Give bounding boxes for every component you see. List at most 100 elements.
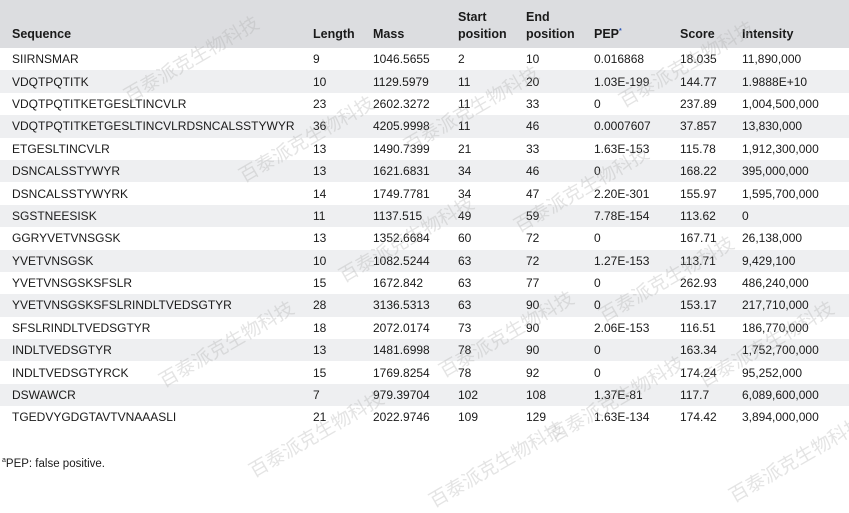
cell-pep: 2.06E-153 xyxy=(594,320,650,335)
cell-score: 153.17 xyxy=(680,298,717,313)
table-header-row: Sequence Length Mass Start position End … xyxy=(0,0,849,48)
cell-start: 49 xyxy=(458,208,472,223)
cell-end: 59 xyxy=(526,208,540,223)
cell-score: 174.42 xyxy=(680,410,717,425)
cell-intensity: 11,890,000 xyxy=(742,52,802,67)
cell-length: 15 xyxy=(313,365,327,380)
cell-end: 10 xyxy=(526,52,540,67)
header-pep-label: PEP xyxy=(594,27,620,41)
cell-end: 47 xyxy=(526,186,540,201)
header-score: Score xyxy=(680,27,715,41)
cell-mass: 1672.842 xyxy=(373,276,424,291)
cell-pep: 0 xyxy=(594,343,601,358)
cell-mass: 4205.9998 xyxy=(373,119,430,134)
table-row: YVETVNSGSKSFSLRINDLTVEDSGTYR 28 3136.5313 6… xyxy=(0,294,849,317)
table-row: TGEDVYGDGTAVTVNAAASLI 21 2022.9746 109 129 1.… xyxy=(0,406,849,429)
cell-intensity: 13,830,000 xyxy=(742,119,803,134)
cell-score: 37.857 xyxy=(680,119,717,134)
cell-start: 34 xyxy=(458,164,472,179)
cell-length: 14 xyxy=(313,186,327,201)
cell-pep: 0.016868 xyxy=(594,52,645,67)
cell-start: 21 xyxy=(458,141,472,156)
cell-intensity: 1.9888E+10 xyxy=(742,74,808,89)
cell-score: 116.51 xyxy=(680,320,716,335)
cell-length: 21 xyxy=(313,410,327,425)
cell-pep: 0 xyxy=(594,276,601,291)
cell-score: 237.89 xyxy=(680,96,717,111)
pep-footnote-marker: * xyxy=(619,27,622,35)
table-row: GGRYVETVNSGSK 13 1352.6684 60 72 0 167.71 26,13… xyxy=(0,227,849,250)
table-footnote: aPEP: false positive. xyxy=(2,457,105,470)
table-row: VDQTPQTITK 10 1129.5979 11 20 1.03E-199 144.77… xyxy=(0,70,849,93)
header-length: Length xyxy=(313,27,355,41)
cell-intensity: 186,770,000 xyxy=(742,320,809,335)
cell-start: 60 xyxy=(458,231,472,246)
cell-pep: 1.63E-134 xyxy=(594,410,650,425)
cell-end: 33 xyxy=(526,96,540,111)
header-pep: PEP* xyxy=(594,0,680,48)
cell-end: 33 xyxy=(526,141,540,156)
cell-mass: 1046.5655 xyxy=(373,52,430,67)
cell-score: 117.7 xyxy=(680,388,710,403)
cell-intensity: 1,004,500,000 xyxy=(742,96,819,111)
cell-length: 15 xyxy=(313,276,327,291)
cell-length: 10 xyxy=(313,74,327,89)
cell-start: 2 xyxy=(458,52,465,67)
cell-start: 34 xyxy=(458,186,472,201)
cell-mass: 2022.9746 xyxy=(373,410,430,425)
cell-pep: 7.78E-154 xyxy=(594,208,650,223)
table-row: YVETVNSGSKSFSLR 15 1672.842 63 77 0 262.93 486,… xyxy=(0,271,849,295)
cell-pep: 0 xyxy=(594,164,601,179)
cell-start: 102 xyxy=(458,388,479,403)
cell-length: 13 xyxy=(313,231,327,246)
cell-start: 63 xyxy=(458,276,472,291)
cell-intensity: 395,000,000 xyxy=(742,164,809,179)
cell-mass: 3136.5313 xyxy=(373,298,430,313)
cell-start: 78 xyxy=(458,343,472,358)
table-row: DSNCALSSTYWYRK 14 1749.7781 34 47 2.20E-301 15… xyxy=(0,182,849,205)
cell-length: 9 xyxy=(313,52,320,67)
cell-sequence: SFSLRINDLTVEDSGTYR xyxy=(12,320,151,335)
cell-start: 11 xyxy=(458,74,471,89)
cell-score: 144.77 xyxy=(680,74,717,89)
cell-start: 63 xyxy=(458,298,472,313)
cell-mass: 1129.5979 xyxy=(373,74,429,89)
cell-end: 77 xyxy=(526,276,540,291)
cell-intensity: 1,912,300,000 xyxy=(742,141,819,156)
cell-sequence: YVETVNSGSKSFSLRINDLTVEDSGTYR xyxy=(12,298,232,313)
cell-end: 90 xyxy=(526,320,540,335)
cell-sequence: DSNCALSSTYWYR xyxy=(12,164,121,179)
header-start-position: Start position xyxy=(458,10,507,41)
table-row: SGSTNEESISK 11 1137.515 49 59 7.78E-154 113.62… xyxy=(0,204,849,228)
cell-sequence: INDLTVEDSGTYR xyxy=(12,343,112,358)
cell-end: 72 xyxy=(526,253,540,268)
cell-sequence: YVETVNSGSKSFSLR xyxy=(12,276,133,291)
cell-mass: 1082.5244 xyxy=(373,253,430,268)
cell-sequence: YVETVNSGSK xyxy=(12,253,94,268)
cell-length: 28 xyxy=(313,298,327,313)
header-intensity: Intensity xyxy=(742,27,794,41)
cell-score: 155.97 xyxy=(680,186,717,201)
header-mass: Mass xyxy=(373,27,405,41)
cell-score: 163.34 xyxy=(680,343,717,358)
cell-end: 129 xyxy=(526,410,547,425)
cell-mass: 2072.0174 xyxy=(373,320,430,335)
cell-start: 109 xyxy=(458,410,479,425)
cell-pep: 0 xyxy=(594,231,601,246)
cell-sequence: TGEDVYGDGTAVTVNAAASLI xyxy=(12,410,177,425)
cell-score: 18.035 xyxy=(680,52,717,67)
table-row: VDQTPQTITKETGESLTINCVLRDSNCALSSTYWYR 36 42… xyxy=(0,115,849,138)
cell-length: 10 xyxy=(313,253,327,268)
cell-intensity: 217,710,000 xyxy=(742,298,809,313)
cell-mass: 1352.6684 xyxy=(373,231,430,246)
cell-start: 63 xyxy=(458,253,472,268)
cell-start: 11 xyxy=(458,119,471,134)
cell-mass: 1481.6998 xyxy=(373,343,430,358)
cell-intensity: 6,089,600,000 xyxy=(742,388,819,403)
cell-end: 46 xyxy=(526,119,540,134)
cell-intensity: 3,894,000,000 xyxy=(742,410,819,425)
cell-sequence: ETGESLTINCVLR xyxy=(12,141,110,156)
cell-sequence: INDLTVEDSGTYRCK xyxy=(12,365,129,380)
cell-score: 174.24 xyxy=(680,365,717,380)
table-row: YVETVNSGSK 10 1082.5244 63 72 1.27E-153 113.71… xyxy=(0,249,849,272)
